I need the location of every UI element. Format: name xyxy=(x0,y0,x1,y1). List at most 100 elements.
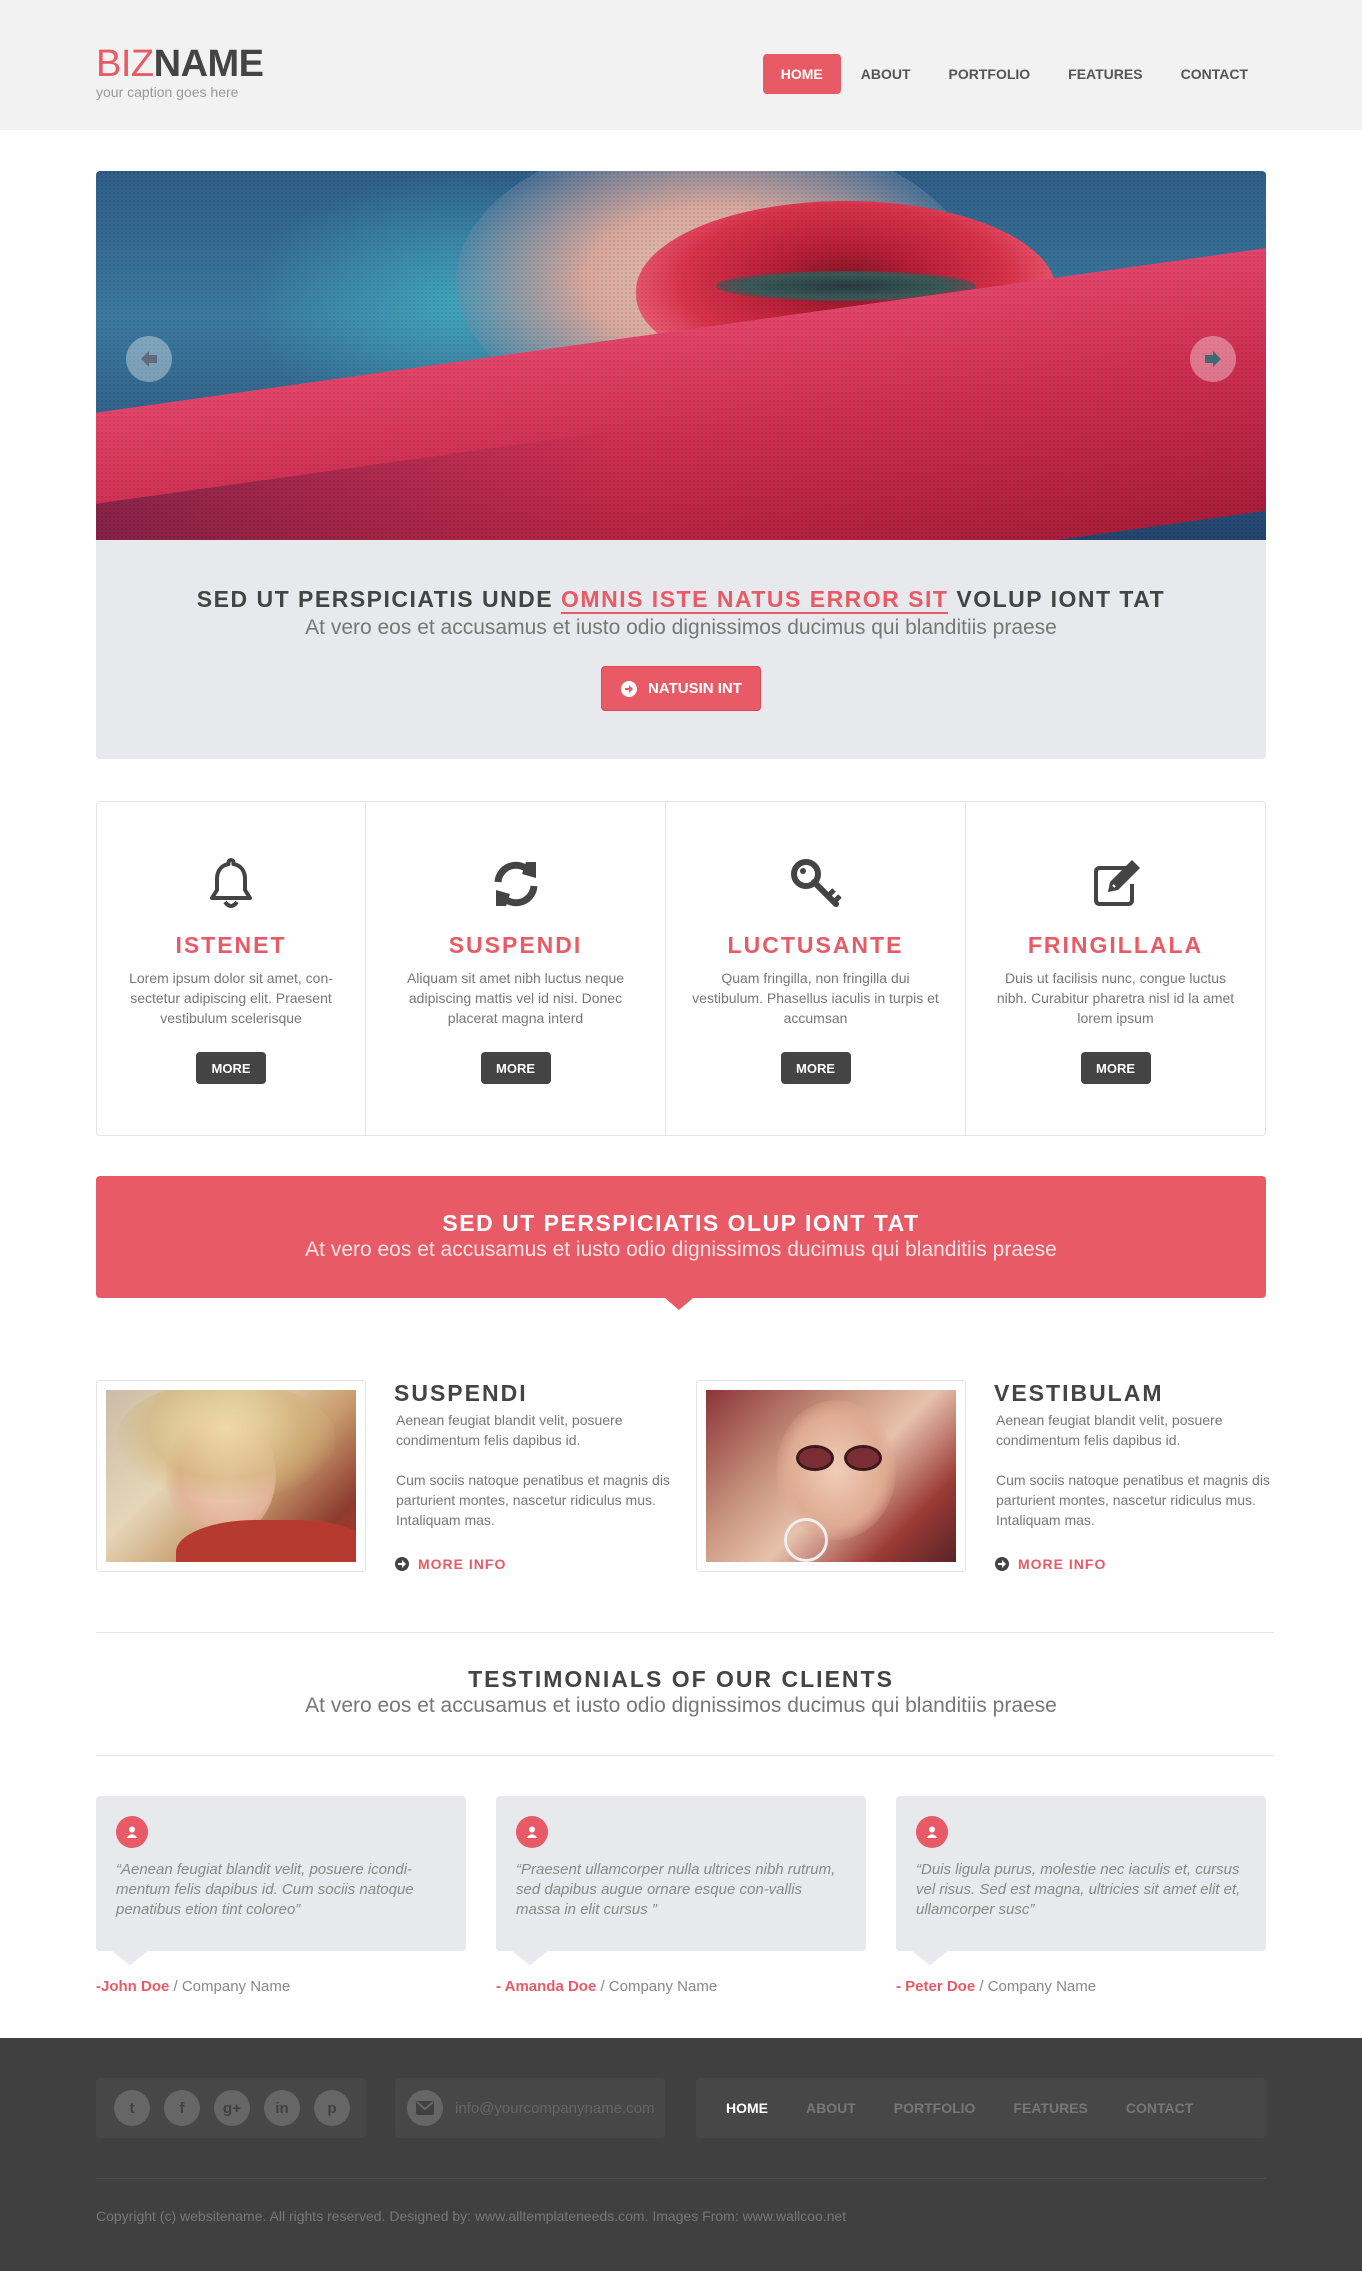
circle-arrow-right-icon xyxy=(995,1557,1009,1571)
feature-card: LUCTUSANTE Quam fringilla, non fringilla… xyxy=(666,802,966,1135)
feature-more-button[interactable]: MORE xyxy=(780,1052,851,1084)
testimonial-card: “Duis ligula purus, molestie nec iaculis… xyxy=(896,1796,1266,1965)
profile-paragraph: Cum sociis natoque penatibus et magnis d… xyxy=(996,1472,1270,1528)
feature-more-button[interactable]: MORE xyxy=(1080,1052,1151,1084)
slide-texture xyxy=(96,171,1266,540)
profile-photo xyxy=(696,1380,966,1572)
author-name: -John Doe xyxy=(96,1978,170,1995)
banner-subtitle: At vero eos et accusamus et iusto odio d… xyxy=(305,1238,1057,1261)
site-footer: t f g+ in p info@yourcompanyname.com HOM… xyxy=(0,2038,1362,2271)
feature-text: Duis ut facilisis nunc, congue luctus ni… xyxy=(996,970,1235,1026)
more-info-link[interactable]: MORE INFO xyxy=(394,1556,506,1572)
linkedin-icon[interactable]: in xyxy=(264,2090,300,2126)
feature-text: Aliquam sit amet nibh luctus neque adipi… xyxy=(406,970,625,1026)
footer-divider xyxy=(96,2178,1266,2179)
user-icon xyxy=(516,1816,548,1848)
features-grid: ISTENET Lorem ipsum dolor sit amet, con-… xyxy=(96,801,1266,1136)
key-icon xyxy=(790,859,842,907)
intro-panel: SED UT PERSPICIATIS UNDE OMNIS ISTE NATU… xyxy=(96,540,1266,759)
banner-title: SED UT PERSPICIATIS OLUP IONT TAT xyxy=(442,1210,920,1236)
arrow-right-icon xyxy=(1205,351,1221,367)
more-info-link[interactable]: MORE INFO xyxy=(994,1556,1106,1572)
banner-pointer xyxy=(665,1298,693,1310)
pinterest-icon[interactable]: p xyxy=(314,2090,350,2126)
nav-features[interactable]: FEATURES xyxy=(1050,54,1160,94)
feature-more-button[interactable]: MORE xyxy=(196,1052,266,1084)
author-name: - Peter Doe xyxy=(896,1978,976,1995)
logo[interactable]: BIZNAME your caption goes here xyxy=(96,44,264,100)
natusin-button[interactable]: NATUSIN INT xyxy=(601,666,761,711)
footer-nav-contact[interactable]: CONTACT xyxy=(1126,2100,1193,2116)
feature-more-button[interactable]: MORE xyxy=(480,1052,551,1084)
testimonials-subtitle: At vero eos et accusamus et iusto odio d… xyxy=(305,1694,1057,1717)
profile-image xyxy=(106,1390,356,1562)
testimonial-author: -John Doe / Company Name xyxy=(96,1978,290,1995)
logo-part-2: NAME xyxy=(153,43,264,85)
nav-portfolio[interactable]: PORTFOLIO xyxy=(931,54,1049,94)
testimonial-author: - Peter Doe / Company Name xyxy=(896,1978,1096,1995)
footer-nav-features[interactable]: FEATURES xyxy=(1013,2100,1087,2116)
section-divider xyxy=(96,1755,1274,1756)
profile-name: SUSPENDI xyxy=(394,1380,528,1406)
footer-nav: HOME ABOUT PORTFOLIO FEATURES CONTACT xyxy=(696,2078,1266,2138)
intro-subtitle: At vero eos et accusamus et iusto odio d… xyxy=(305,616,1057,639)
google-plus-icon[interactable]: g+ xyxy=(214,2090,250,2126)
feature-title: FRINGILLALA xyxy=(1027,932,1204,958)
testimonial-quote: “Praesent ullamcorper nulla ultrices nib… xyxy=(516,1861,836,1918)
profile-paragraph: Cum sociis natoque penatibus et magnis d… xyxy=(396,1472,670,1528)
testimonial-pointer xyxy=(912,1951,948,1965)
envelope-icon xyxy=(407,2090,443,2126)
intro-title-highlight[interactable]: OMNIS ISTE NATUS ERROR SIT xyxy=(561,586,949,614)
circle-arrow-right-icon xyxy=(621,680,638,697)
intro-title: SED UT PERSPICIATIS UNDE OMNIS ISTE NATU… xyxy=(96,586,1266,614)
facebook-icon[interactable]: f xyxy=(164,2090,200,2126)
profile-name: VESTIBULAM xyxy=(994,1380,1164,1406)
nav-home[interactable]: HOME xyxy=(762,54,841,94)
promo-banner: SED UT PERSPICIATIS OLUP IONT TAT At ver… xyxy=(96,1176,1266,1298)
copyright-text: Copyright (c) websitename. All rights re… xyxy=(96,2208,847,2224)
twitter-icon[interactable]: t xyxy=(114,2090,150,2126)
circle-arrow-right-icon xyxy=(395,1557,409,1571)
social-links: t f g+ in p xyxy=(96,2078,366,2138)
footer-nav-portfolio[interactable]: PORTFOLIO xyxy=(894,2100,976,2116)
feature-title: ISTENET xyxy=(175,932,287,958)
testimonial-card: “Praesent ullamcorper nulla ultrices nib… xyxy=(496,1796,866,1965)
testimonial-author: - Amanda Doe / Company Name xyxy=(496,1978,717,1995)
feature-text: Quam fringilla, non fringilla dui vestib… xyxy=(692,970,939,1026)
main-nav: HOME ABOUT PORTFOLIO FEATURES CONTACT xyxy=(761,54,1266,94)
refresh-icon xyxy=(494,861,537,907)
slider-next-button[interactable] xyxy=(1190,336,1236,382)
profile-card: SUSPENDI Aenean feugiat blandit velit, p… xyxy=(96,1380,676,1580)
profile-paragraph: Aenean feugiat blandit velit, posuere co… xyxy=(996,1412,1223,1448)
feature-text: Lorem ipsum dolor sit amet, con-sectetur… xyxy=(129,970,333,1026)
profile-card: VESTIBULAM Aenean feugiat blandit velit,… xyxy=(696,1380,1276,1580)
slider-prev-button[interactable] xyxy=(126,336,172,382)
more-info-label: MORE INFO xyxy=(1018,1556,1107,1572)
feature-card: SUSPENDI Aliquam sit amet nibh luctus ne… xyxy=(366,802,666,1135)
author-company: / Company Name xyxy=(596,1978,718,1995)
user-icon xyxy=(116,1816,148,1848)
feature-card: ISTENET Lorem ipsum dolor sit amet, con-… xyxy=(97,802,366,1135)
testimonials-title: TESTIMONIALS OF OUR CLIENTS xyxy=(468,1666,894,1692)
nav-contact[interactable]: CONTACT xyxy=(1163,54,1266,94)
hero-slider xyxy=(96,171,1266,540)
feature-title: LUCTUSANTE xyxy=(727,932,904,958)
footer-email[interactable]: info@yourcompanyname.com xyxy=(395,2078,665,2138)
author-company: / Company Name xyxy=(169,1978,291,1995)
testimonial-quote: “Duis ligula purus, molestie nec iaculis… xyxy=(916,1861,1241,1918)
footer-nav-about[interactable]: ABOUT xyxy=(806,2100,856,2116)
footer-nav-home[interactable]: HOME xyxy=(726,2100,768,2116)
author-name: - Amanda Doe xyxy=(496,1978,597,1995)
testimonial-card: “Aenean feugiat blandit velit, posuere i… xyxy=(96,1796,466,1965)
logo-caption: your caption goes here xyxy=(96,84,239,100)
bell-icon xyxy=(210,858,252,908)
nav-about[interactable]: ABOUT xyxy=(843,54,929,94)
edit-icon xyxy=(1093,860,1140,906)
testimonial-pointer xyxy=(512,1951,548,1965)
author-company: / Company Name xyxy=(975,1978,1097,1995)
more-info-label: MORE INFO xyxy=(418,1556,507,1572)
testimonial-pointer xyxy=(112,1951,148,1965)
email-address: info@yourcompanyname.com xyxy=(455,2099,655,2117)
profile-image xyxy=(706,1390,956,1562)
user-icon xyxy=(916,1816,948,1848)
